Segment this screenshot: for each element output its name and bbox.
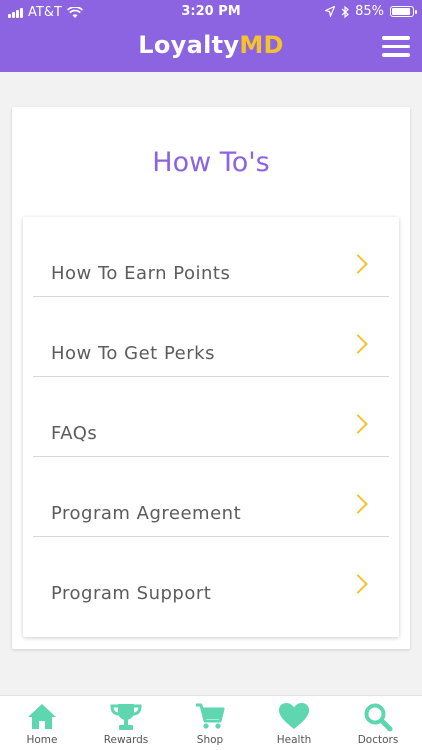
app-header: AT&T 3:20 PM 85% LoyaltyMD — [0, 0, 422, 72]
list-item-earn-points[interactable]: How To Earn Points — [33, 217, 389, 297]
howto-list: How To Earn Points How To Get Perks FAQs… — [23, 217, 399, 637]
list-item-label: Program Agreement — [51, 503, 242, 524]
app-logo: LoyaltyMD — [0, 31, 422, 59]
home-icon — [0, 702, 84, 732]
list-item-label: FAQs — [51, 423, 98, 444]
chevron-right-icon — [348, 414, 368, 434]
tab-label: Rewards — [103, 734, 149, 746]
chevron-right-icon — [348, 574, 368, 594]
tab-label: Home — [26, 734, 58, 746]
list-item-program-support[interactable]: Program Support — [33, 537, 389, 617]
chevron-right-icon — [348, 254, 368, 274]
brand-accent: MD — [239, 31, 284, 59]
tab-shop[interactable]: Shop — [168, 696, 252, 750]
list-item-label: How To Earn Points — [51, 263, 231, 284]
search-icon — [336, 702, 420, 732]
list-item-faqs[interactable]: FAQs — [33, 377, 389, 457]
heart-icon — [252, 702, 336, 732]
trophy-icon — [84, 702, 168, 732]
bluetooth-icon — [341, 5, 350, 18]
tab-health[interactable]: Health — [252, 696, 336, 750]
tab-label: Health — [276, 734, 312, 746]
brand-main: Loyalty — [138, 31, 240, 59]
chevron-right-icon — [348, 494, 368, 514]
tab-doctors[interactable]: Doctors — [336, 696, 420, 750]
list-item-label: How To Get Perks — [51, 343, 215, 364]
list-item-program-agreement[interactable]: Program Agreement — [33, 457, 389, 537]
tab-rewards[interactable]: Rewards — [84, 696, 168, 750]
battery-label: 85% — [355, 4, 384, 19]
location-icon — [325, 6, 336, 17]
cart-icon — [168, 702, 252, 732]
tab-label: Doctors — [357, 734, 399, 746]
status-bar: AT&T 3:20 PM 85% — [0, 0, 422, 24]
howto-card: How To's How To Earn Points How To Get P… — [12, 107, 410, 649]
bottom-tab-bar: Home Rewards Shop Health Doctors — [0, 695, 422, 750]
list-item-get-perks[interactable]: How To Get Perks — [33, 297, 389, 377]
hamburger-menu-icon[interactable] — [382, 36, 410, 58]
status-right: 85% — [325, 4, 417, 19]
tab-home[interactable]: Home — [0, 696, 84, 750]
page-title: How To's — [152, 147, 270, 178]
tab-label: Shop — [196, 734, 224, 746]
list-item-label: Program Support — [51, 583, 212, 604]
battery-icon — [390, 6, 417, 17]
chevron-right-icon — [348, 334, 368, 354]
